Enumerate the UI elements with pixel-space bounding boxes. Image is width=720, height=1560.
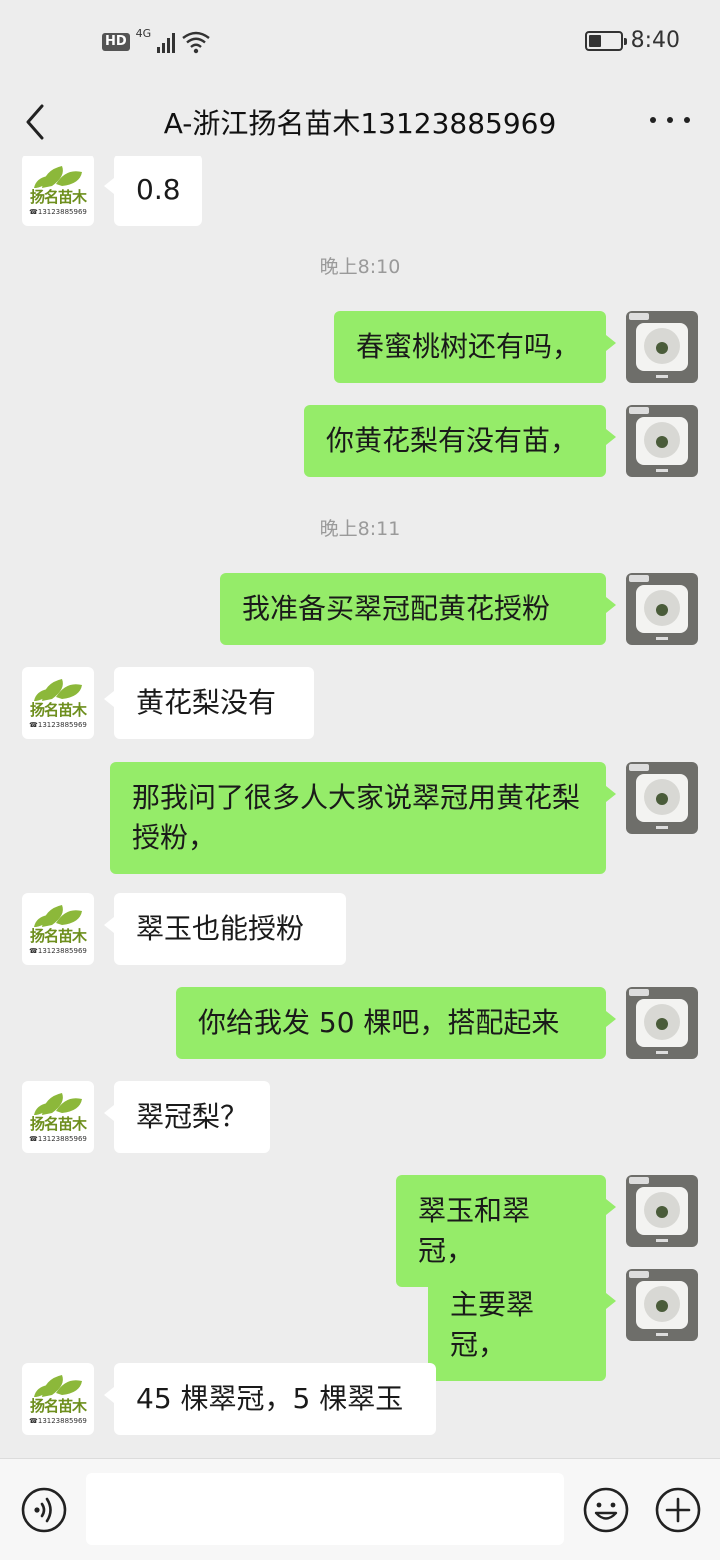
self-avatar[interactable] <box>626 405 698 477</box>
avatar-brand-text: 扬名苗木 <box>29 1115 87 1133</box>
outgoing-message-bubble[interactable]: 你黄花梨有没有苗， <box>304 405 616 477</box>
incoming-message-bubble[interactable]: 黄花梨没有 <box>104 667 314 739</box>
incoming-message-bubble[interactable]: 翠玉也能授粉 <box>104 893 346 965</box>
qr-card-icon <box>636 1281 688 1329</box>
qr-header-mark <box>629 989 649 996</box>
voice-icon <box>21 1487 67 1533</box>
avatar-phone-text: ☎13123885969 <box>29 721 87 729</box>
outgoing-message-bubble[interactable]: 主要翠冠， <box>428 1269 616 1381</box>
qr-footer-mark <box>656 1333 668 1336</box>
outgoing-message-bubble[interactable]: 那我问了很多人大家说翠冠用黄花梨授粉， <box>110 762 616 874</box>
avatar-brand-text: 扬名苗木 <box>29 701 87 719</box>
chat-header: A-浙江扬名苗木13123885969 <box>0 84 720 156</box>
qr-footer-mark <box>656 826 668 829</box>
message-list[interactable]: 扬名苗木 ☎13123885969 0.8 晚上8:10 春蜜桃树还有吗， 你黄花梨有没有… <box>0 156 720 1458</box>
emoji-button[interactable] <box>582 1486 630 1534</box>
qr-dot <box>656 604 668 616</box>
qr-header-mark <box>629 407 649 414</box>
contact-avatar[interactable]: 扬名苗木 ☎13123885969 <box>22 156 94 226</box>
incoming-message-bubble[interactable]: 0.8 <box>104 156 202 226</box>
plus-button[interactable] <box>654 1486 702 1534</box>
qr-footer-mark <box>656 1051 668 1054</box>
network-label: 4G <box>135 26 152 40</box>
qr-header-mark <box>629 764 649 771</box>
qr-header-mark <box>629 575 649 582</box>
status-left: HD 4G <box>102 26 211 58</box>
signal-icon <box>157 31 176 53</box>
qr-card-icon <box>636 999 688 1047</box>
self-avatar[interactable] <box>626 1175 698 1247</box>
qr-dot <box>656 342 668 354</box>
self-avatar[interactable] <box>626 987 698 1059</box>
plus-icon <box>655 1487 701 1533</box>
qr-card-icon <box>636 323 688 371</box>
qr-card-icon <box>636 417 688 465</box>
input-bar <box>0 1458 720 1560</box>
more-icon-dot <box>667 117 673 123</box>
qr-footer-mark <box>656 469 668 472</box>
self-avatar[interactable] <box>626 311 698 383</box>
more-button[interactable] <box>650 102 690 138</box>
avatar-phone-text: ☎13123885969 <box>29 947 87 955</box>
hd-badge: HD <box>102 33 130 51</box>
chat-title: A-浙江扬名苗木13123885969 <box>163 107 557 140</box>
more-icon-dot <box>650 117 656 123</box>
message-timestamp: 晚上8:11 <box>319 518 401 540</box>
avatar-brand-text: 扬名苗木 <box>29 1397 87 1415</box>
message-input[interactable] <box>86 1473 564 1545</box>
message-timestamp: 晚上8:10 <box>319 256 401 278</box>
incoming-message-bubble[interactable]: 45 棵翠冠，5 棵翠玉 <box>104 1363 436 1435</box>
avatar-brand-text: 扬名苗木 <box>29 188 87 206</box>
qr-header-mark <box>629 313 649 320</box>
more-icon-dot <box>684 117 690 123</box>
avatar-phone-text: ☎13123885969 <box>29 1417 87 1425</box>
voice-button[interactable] <box>20 1486 68 1534</box>
incoming-message-bubble[interactable]: 翠冠梨？ <box>104 1081 270 1153</box>
qr-header-mark <box>629 1271 649 1278</box>
emoji-icon <box>583 1487 629 1533</box>
status-time: 8:40 <box>630 28 680 53</box>
battery-fill <box>588 34 601 47</box>
self-avatar[interactable] <box>626 762 698 834</box>
qr-card-icon <box>636 1187 688 1235</box>
avatar-phone-text: ☎13123885969 <box>29 208 87 216</box>
contact-avatar[interactable]: 扬名苗木 ☎13123885969 <box>22 1363 94 1435</box>
avatar-phone-text: ☎13123885969 <box>29 1135 87 1143</box>
qr-card-icon <box>636 585 688 633</box>
avatar-brand-text: 扬名苗木 <box>29 927 87 945</box>
qr-dot <box>656 436 668 448</box>
qr-dot <box>656 1018 668 1030</box>
outgoing-message-bubble[interactable]: 我准备买翠冠配黄花授粉 <box>220 573 616 645</box>
qr-dot <box>656 1300 668 1312</box>
qr-footer-mark <box>656 1239 668 1242</box>
qr-card-icon <box>636 774 688 822</box>
qr-dot <box>656 793 668 805</box>
self-avatar[interactable] <box>626 573 698 645</box>
qr-footer-mark <box>656 637 668 640</box>
status-bar: HD 4G 8:40 <box>0 0 720 84</box>
qr-header-mark <box>629 1177 649 1184</box>
status-right: 8:40 <box>584 28 680 53</box>
battery-icon <box>584 30 627 51</box>
qr-footer-mark <box>656 375 668 378</box>
contact-avatar[interactable]: 扬名苗木 ☎13123885969 <box>22 667 94 739</box>
contact-avatar[interactable]: 扬名苗木 ☎13123885969 <box>22 893 94 965</box>
outgoing-message-bubble[interactable]: 春蜜桃树还有吗， <box>334 311 616 383</box>
outgoing-message-bubble[interactable]: 你给我发 50 棵吧，搭配起来 <box>176 987 616 1059</box>
wifi-icon <box>182 31 210 54</box>
contact-avatar[interactable]: 扬名苗木 ☎13123885969 <box>22 1081 94 1153</box>
self-avatar[interactable] <box>626 1269 698 1341</box>
qr-dot <box>656 1206 668 1218</box>
